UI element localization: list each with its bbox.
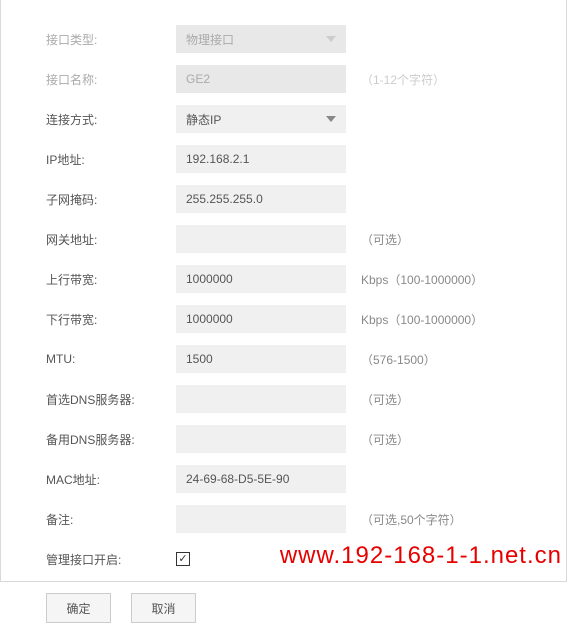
row-primary-dns: 首选DNS服务器: （可选）: [46, 385, 536, 413]
row-upstream: 上行带宽: Kbps（100-1000000）: [46, 265, 536, 293]
input-remark[interactable]: [176, 505, 346, 533]
select-connection-mode-value: 静态IP: [186, 111, 221, 128]
row-subnet-mask: 子网掩码:: [46, 185, 536, 213]
settings-panel: 接口类型: 物理接口 接口名称: （1-12个字符） 连接方式: 静态IP IP…: [0, 0, 567, 582]
select-connection-mode[interactable]: 静态IP: [176, 105, 346, 133]
row-gateway: 网关地址: （可选）: [46, 225, 536, 253]
label-upstream: 上行带宽:: [46, 271, 176, 288]
select-interface-type-value: 物理接口: [186, 31, 234, 48]
row-mtu: MTU: （576-1500）: [46, 345, 536, 373]
row-remark: 备注: （可选,50个字符）: [46, 505, 536, 533]
chevron-down-icon: [326, 36, 336, 42]
label-connection-mode: 连接方式:: [46, 111, 176, 128]
hint-primary-dns: （可选）: [361, 391, 409, 408]
checkbox-mgmt-enable[interactable]: ✓: [176, 552, 190, 566]
row-mgmt-enable: 管理接口开启: ✓: [46, 545, 536, 573]
label-primary-dns: 首选DNS服务器:: [46, 391, 176, 408]
input-subnet-mask[interactable]: [176, 185, 346, 213]
row-interface-type: 接口类型: 物理接口: [46, 25, 536, 53]
row-connection-mode: 连接方式: 静态IP: [46, 105, 536, 133]
hint-gateway: （可选）: [361, 231, 409, 248]
hint-remark: （可选,50个字符）: [361, 511, 462, 528]
label-interface-type: 接口类型:: [46, 31, 176, 48]
row-mac-address: MAC地址:: [46, 465, 536, 493]
label-mac-address: MAC地址:: [46, 471, 176, 488]
hint-downstream: Kbps（100-1000000）: [361, 311, 483, 328]
button-row: 确定 取消: [46, 593, 536, 623]
hint-upstream: Kbps（100-1000000）: [361, 271, 483, 288]
label-mtu: MTU:: [46, 352, 176, 366]
ok-button[interactable]: 确定: [46, 593, 111, 623]
row-interface-name: 接口名称: （1-12个字符）: [46, 65, 536, 93]
row-backup-dns: 备用DNS服务器: （可选）: [46, 425, 536, 453]
input-mtu[interactable]: [176, 345, 346, 373]
chevron-down-icon: [326, 116, 336, 122]
cancel-button[interactable]: 取消: [131, 593, 196, 623]
input-ip-address[interactable]: [176, 145, 346, 173]
checkmark-icon: ✓: [178, 554, 187, 565]
input-gateway[interactable]: [176, 225, 346, 253]
label-mgmt-enable: 管理接口开启:: [46, 551, 176, 568]
input-downstream[interactable]: [176, 305, 346, 333]
input-backup-dns[interactable]: [176, 425, 346, 453]
label-downstream: 下行带宽:: [46, 311, 176, 328]
input-mac-address[interactable]: [176, 465, 346, 493]
row-ip-address: IP地址:: [46, 145, 536, 173]
hint-mtu: （576-1500）: [361, 351, 436, 368]
select-interface-type: 物理接口: [176, 25, 346, 53]
label-backup-dns: 备用DNS服务器:: [46, 431, 176, 448]
hint-interface-name: （1-12个字符）: [361, 71, 445, 88]
label-ip-address: IP地址:: [46, 151, 176, 168]
input-primary-dns[interactable]: [176, 385, 346, 413]
hint-backup-dns: （可选）: [361, 431, 409, 448]
label-interface-name: 接口名称:: [46, 71, 176, 88]
label-subnet-mask: 子网掩码:: [46, 191, 176, 208]
label-remark: 备注:: [46, 511, 176, 528]
row-downstream: 下行带宽: Kbps（100-1000000）: [46, 305, 536, 333]
input-upstream[interactable]: [176, 265, 346, 293]
input-interface-name: [176, 65, 346, 93]
label-gateway: 网关地址:: [46, 231, 176, 248]
